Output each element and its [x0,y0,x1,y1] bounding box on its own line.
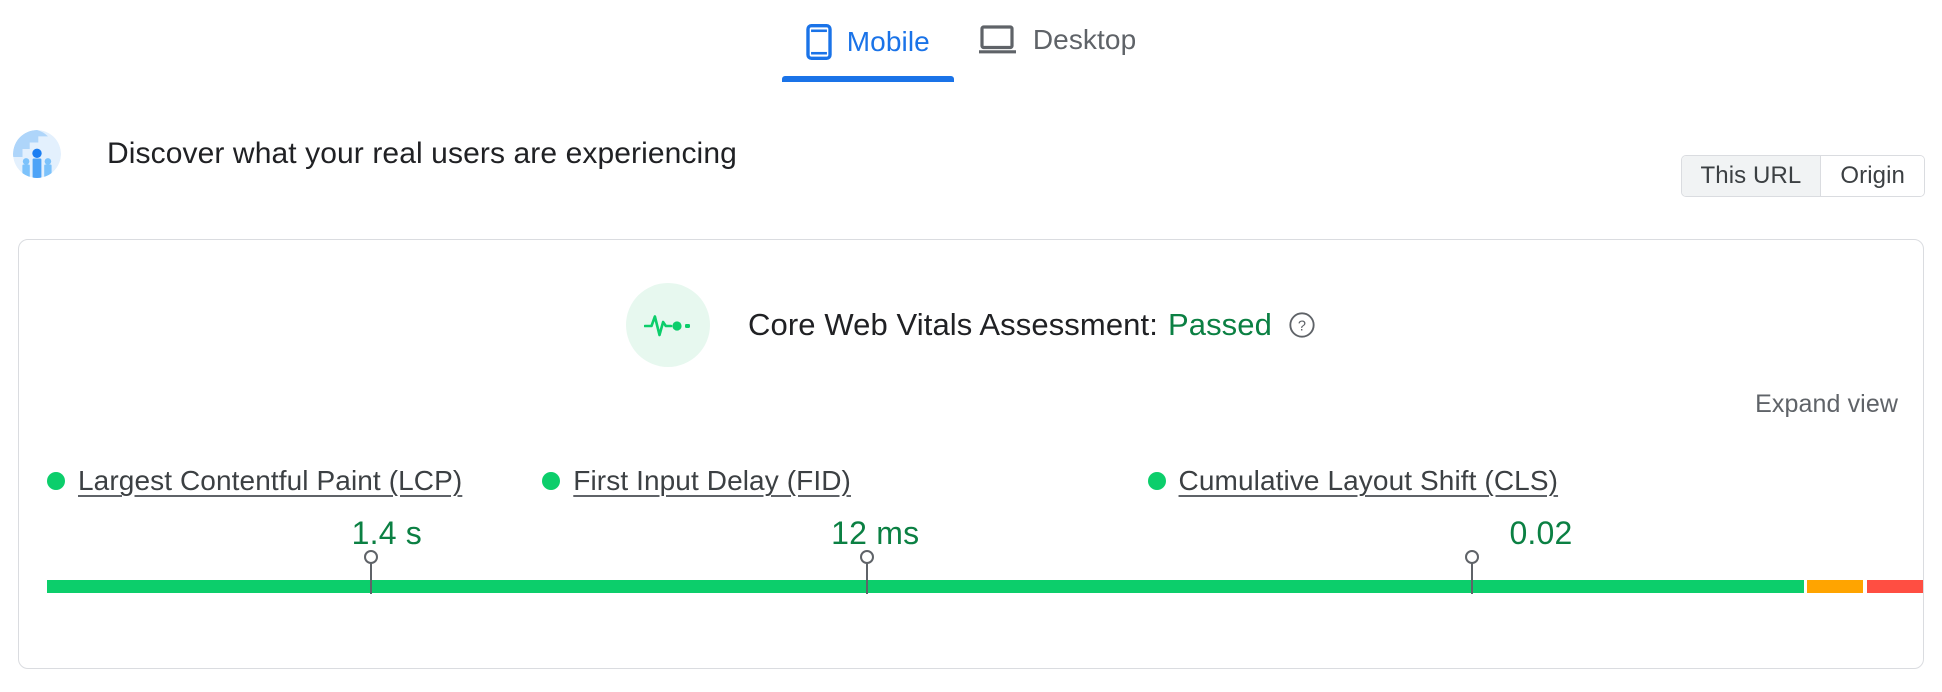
metric-cls-status-dot [1147,472,1166,490]
scope-toggle: This URL Origin [1680,155,1925,197]
heartbeat-pulse-icon [626,283,711,367]
assessment-label: Core Web Vitals Assessment: Passed ? [748,307,1316,343]
page-title: Discover what your real users are experi… [107,137,737,170]
metric-fid-status-dot [542,472,561,490]
scope-option-origin[interactable]: Origin [1820,156,1924,196]
metric-cls-value: 0.02 [1509,515,1573,551]
laptop-icon [978,24,1018,56]
metric-lcp-label[interactable]: Largest Contentful Paint (LCP) [78,465,462,497]
tab-mobile-label: Mobile [846,26,930,57]
mobile-phone-icon [806,24,832,60]
metric-cls-distribution-bar [1147,580,1923,593]
metric-cls-average-segment [1807,580,1864,593]
metric-fid-value: 12 ms [831,515,920,551]
metric-fid-label[interactable]: First Input Delay (FID) [573,465,851,497]
device-tab-bar: Mobile Desktop [0,0,1942,108]
metric-cls-poor-segment [1867,580,1923,593]
metric-cls-label[interactable]: Cumulative Layout Shift (CLS) [1179,465,1559,497]
metric-lcp: Largest Contentful Paint (LCP) 1.4 s [47,465,603,594]
metric-lcp-value: 1.4 s [351,515,422,551]
metric-lcp-status-dot [47,472,65,490]
tab-desktop-underline [954,72,1160,78]
metric-cls-bar-wrap [1147,563,1923,594]
pagespeed-field-data-panel: Mobile Desktop Discover what your real u… [0,0,1942,692]
metric-fid-value-marker [866,563,869,594]
expand-view-button[interactable]: Expand view [1755,390,1898,419]
svg-text:?: ? [1298,318,1306,334]
metrics-row: Largest Contentful Paint (LCP) 1.4 s Fir… [19,465,1923,594]
metric-cls-head: Cumulative Layout Shift (CLS) [1147,465,1923,497]
assessment-label-text: Core Web Vitals Assessment: [748,307,1158,342]
metric-lcp-distribution-bar [47,580,603,593]
metric-fid-distribution-bar [542,580,1211,593]
help-circle-icon[interactable]: ? [1288,311,1316,339]
metric-fid-good-segment [542,580,1195,593]
status-badge: Passed [1167,307,1272,342]
metric-lcp-value-marker [369,563,372,594]
discover-header: Discover what your real users are experi… [0,120,1942,188]
tab-mobile-underline [781,76,954,82]
metric-fid-head: First Input Delay (FID) [542,465,1210,497]
metric-lcp-bar-wrap [47,563,603,594]
tab-mobile[interactable]: Mobile [781,0,954,82]
tab-desktop-label: Desktop [1032,24,1137,55]
scope-option-this-url[interactable]: This URL [1681,156,1821,196]
tab-desktop[interactable]: Desktop [954,0,1160,78]
real-users-avatar-icon [13,130,61,178]
metric-cls-good-segment [1147,580,1804,593]
assessment-row: Core Web Vitals Assessment: Passed ? [19,283,1923,367]
metric-cls-value-marker [1471,563,1474,594]
metric-lcp-good-segment [47,580,553,593]
metric-fid-bar-wrap [542,563,1211,594]
metric-cls: Cumulative Layout Shift (CLS) 0.02 [1147,465,1923,594]
metric-fid: First Input Delay (FID) 12 ms [542,465,1211,594]
core-web-vitals-card: Core Web Vitals Assessment: Passed ? Exp… [18,239,1924,669]
metric-lcp-head: Largest Contentful Paint (LCP) [47,465,602,497]
